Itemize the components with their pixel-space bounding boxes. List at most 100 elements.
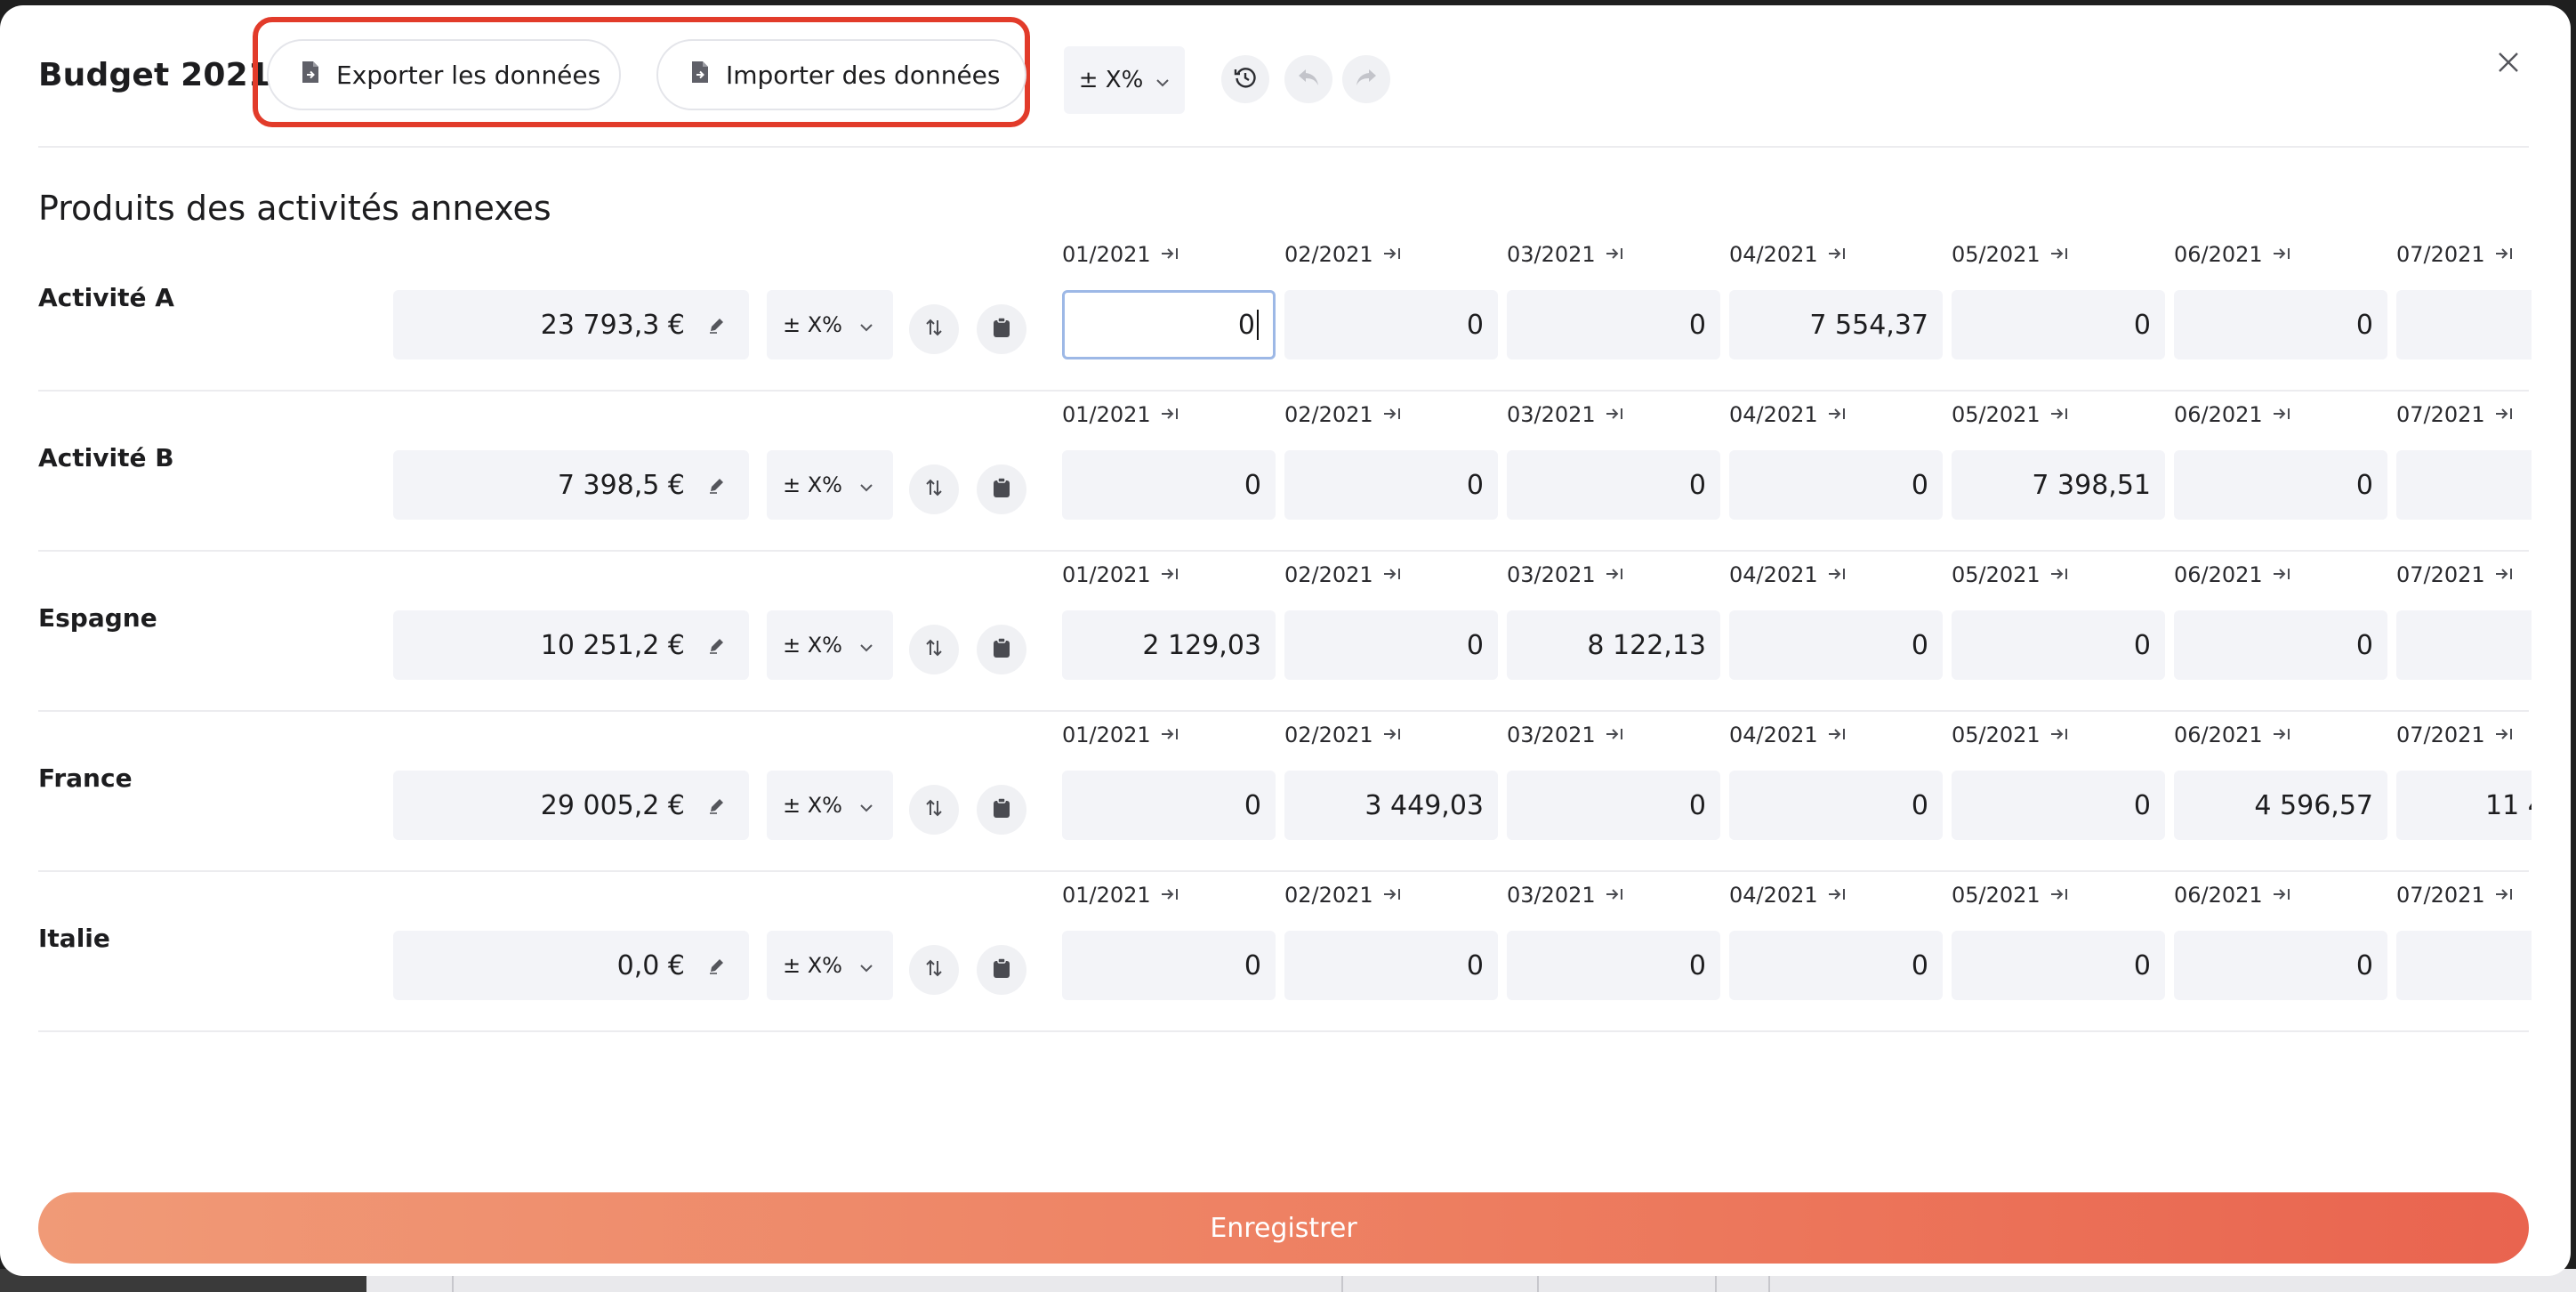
percent-dropdown[interactable]: ± X% xyxy=(767,450,893,520)
pencil-icon[interactable] xyxy=(708,630,726,661)
arrow-to-right-icon[interactable] xyxy=(2494,883,2514,908)
month-value-input[interactable]: 7 554,37 xyxy=(1729,290,1943,359)
month-value-input[interactable]: 0 xyxy=(1507,771,1720,840)
percent-dropdown[interactable]: ± X% xyxy=(767,290,893,359)
arrow-to-right-icon[interactable] xyxy=(1827,883,1847,908)
month-value-input[interactable]: 0 xyxy=(2174,450,2387,520)
arrow-to-right-icon[interactable] xyxy=(2272,242,2291,267)
month-value-input[interactable]: 0 xyxy=(1284,450,1498,520)
arrow-to-right-icon[interactable] xyxy=(1382,402,1402,427)
month-value-input[interactable]: 0 xyxy=(1284,931,1498,1000)
month-value-input[interactable]: 0 xyxy=(1062,771,1276,840)
month-value-input[interactable]: 0 xyxy=(1952,771,2165,840)
month-value-input[interactable]: 7 398,51 xyxy=(1952,450,2165,520)
save-button[interactable]: Enregistrer xyxy=(38,1192,2529,1264)
arrow-to-right-icon[interactable] xyxy=(1382,562,1402,587)
arrow-to-right-icon[interactable] xyxy=(2272,723,2291,747)
month-value-input[interactable]: 0 xyxy=(2174,931,2387,1000)
arrow-to-right-icon[interactable] xyxy=(2494,562,2514,587)
percent-dropdown[interactable]: ± X% xyxy=(767,610,893,680)
undo-button[interactable] xyxy=(1284,55,1332,103)
arrow-to-right-icon[interactable] xyxy=(2272,883,2291,908)
import-data-button[interactable]: Importer des données xyxy=(656,39,1026,110)
arrow-to-right-icon[interactable] xyxy=(1160,242,1179,267)
global-percent-dropdown[interactable]: ± X% xyxy=(1064,46,1185,114)
arrow-to-right-icon[interactable] xyxy=(1160,883,1179,908)
month-value-input[interactable]: 0 xyxy=(1284,290,1498,359)
percent-dropdown[interactable]: ± X% xyxy=(767,771,893,840)
month-value-input[interactable]: 0 xyxy=(1729,450,1943,520)
export-data-button[interactable]: Exporter les données xyxy=(267,39,621,110)
month-value-input[interactable] xyxy=(2396,290,2532,359)
sort-button[interactable] xyxy=(909,945,959,995)
pencil-icon[interactable] xyxy=(708,950,726,981)
month-value-input[interactable]: 0 xyxy=(1507,931,1720,1000)
arrow-to-right-icon[interactable] xyxy=(1605,883,1624,908)
month-value-input[interactable]: 0 xyxy=(1952,610,2165,680)
arrow-to-right-icon[interactable] xyxy=(1160,723,1179,747)
month-value-input[interactable]: 0 xyxy=(1062,290,1276,359)
month-value-input[interactable]: 11 4 xyxy=(2396,771,2532,840)
arrow-to-right-icon[interactable] xyxy=(1382,242,1402,267)
arrow-to-right-icon[interactable] xyxy=(2494,723,2514,747)
percent-dropdown[interactable]: ± X% xyxy=(767,931,893,1000)
month-value-input[interactable]: 4 596,57 xyxy=(2174,771,2387,840)
arrow-to-right-icon[interactable] xyxy=(2272,562,2291,587)
arrow-to-right-icon[interactable] xyxy=(1382,723,1402,747)
month-value-input[interactable]: 8 122,13 xyxy=(1507,610,1720,680)
month-value-input[interactable]: 3 449,03 xyxy=(1284,771,1498,840)
arrow-to-right-icon[interactable] xyxy=(2494,242,2514,267)
arrow-to-right-icon[interactable] xyxy=(1605,402,1624,427)
arrow-to-right-icon[interactable] xyxy=(2049,402,2069,427)
sort-button[interactable] xyxy=(909,625,959,674)
month-value-input[interactable] xyxy=(2396,450,2532,520)
arrow-to-right-icon[interactable] xyxy=(1160,562,1179,587)
month-value-input[interactable]: 0 xyxy=(1507,290,1720,359)
close-button[interactable] xyxy=(2489,44,2528,84)
pencil-icon[interactable] xyxy=(708,310,726,341)
month-value-input[interactable]: 0 xyxy=(2174,610,2387,680)
month-value-input[interactable]: 0 xyxy=(1507,450,1720,520)
arrow-to-right-icon[interactable] xyxy=(1382,883,1402,908)
month-value-input[interactable]: 0 xyxy=(1062,931,1276,1000)
total-input[interactable]: 7 398,5 € xyxy=(393,450,749,520)
total-input[interactable]: 10 251,2 € xyxy=(393,610,749,680)
month-value-input[interactable]: 0 xyxy=(1729,610,1943,680)
sort-button[interactable] xyxy=(909,304,959,354)
clipboard-button[interactable] xyxy=(977,945,1026,995)
pencil-icon[interactable] xyxy=(708,790,726,821)
arrow-to-right-icon[interactable] xyxy=(1827,402,1847,427)
clipboard-button[interactable] xyxy=(977,625,1026,674)
arrow-to-right-icon[interactable] xyxy=(1605,723,1624,747)
arrow-to-right-icon[interactable] xyxy=(2049,242,2069,267)
arrow-to-right-icon[interactable] xyxy=(1827,723,1847,747)
month-value-input[interactable]: 0 xyxy=(1952,290,2165,359)
arrow-to-right-icon[interactable] xyxy=(1605,242,1624,267)
month-value-input[interactable]: 0 xyxy=(1729,771,1943,840)
total-input[interactable]: 0,0 € xyxy=(393,931,749,1000)
arrow-to-right-icon[interactable] xyxy=(2049,562,2069,587)
month-value-input[interactable]: 0 xyxy=(1062,450,1276,520)
arrow-to-right-icon[interactable] xyxy=(1605,562,1624,587)
month-value-input[interactable]: 0 xyxy=(2174,290,2387,359)
arrow-to-right-icon[interactable] xyxy=(2049,883,2069,908)
pencil-icon[interactable] xyxy=(708,470,726,501)
month-value-input[interactable]: 0 xyxy=(1952,931,2165,1000)
arrow-to-right-icon[interactable] xyxy=(2494,402,2514,427)
month-value-input[interactable]: 2 129,03 xyxy=(1062,610,1276,680)
sort-button[interactable] xyxy=(909,785,959,835)
history-button[interactable] xyxy=(1221,55,1269,103)
sort-button[interactable] xyxy=(909,464,959,514)
clipboard-button[interactable] xyxy=(977,785,1026,835)
clipboard-button[interactable] xyxy=(977,304,1026,354)
clipboard-button[interactable] xyxy=(977,464,1026,514)
month-value-input[interactable]: 0 xyxy=(1729,931,1943,1000)
month-value-input[interactable] xyxy=(2396,931,2532,1000)
arrow-to-right-icon[interactable] xyxy=(1160,402,1179,427)
arrow-to-right-icon[interactable] xyxy=(1827,242,1847,267)
arrow-to-right-icon[interactable] xyxy=(2272,402,2291,427)
redo-button[interactable] xyxy=(1342,55,1390,103)
total-input[interactable]: 29 005,2 € xyxy=(393,771,749,840)
total-input[interactable]: 23 793,3 € xyxy=(393,290,749,359)
arrow-to-right-icon[interactable] xyxy=(2049,723,2069,747)
